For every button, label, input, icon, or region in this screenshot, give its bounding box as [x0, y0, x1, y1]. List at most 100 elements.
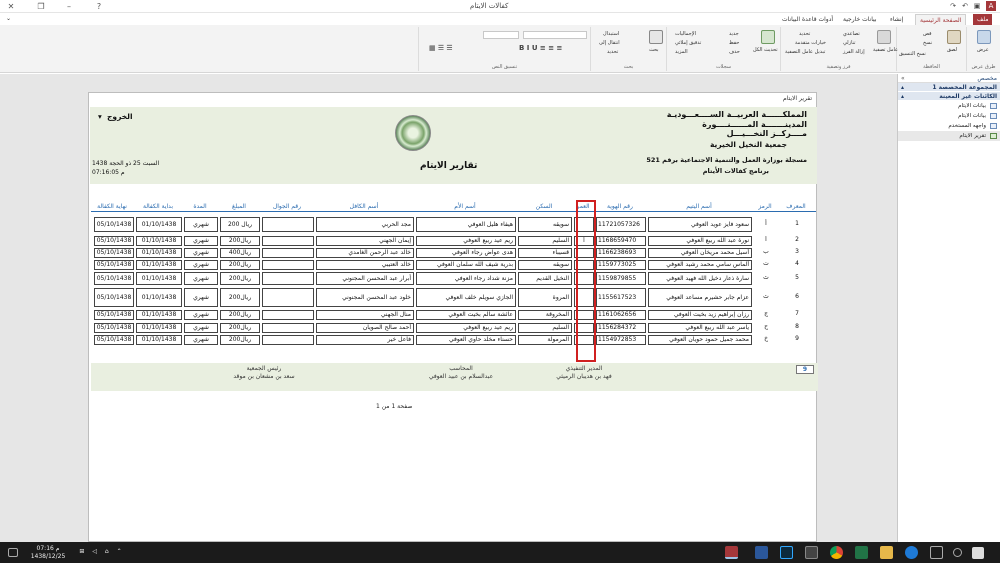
edge-browser-icon[interactable] [905, 546, 918, 559]
cell-city: قسيباء [518, 248, 572, 258]
cell-end: 05/10/1438 [94, 260, 134, 270]
remove-sort-button[interactable]: إزالة الفرز [843, 49, 865, 56]
cell-start: 01/10/1438 [136, 335, 182, 345]
tab-file[interactable]: ملف [973, 14, 993, 25]
goto-button[interactable]: انتقال إلى [599, 40, 620, 47]
font-size-combo[interactable] [483, 31, 519, 39]
cell-code: ث [763, 274, 769, 281]
access-taskbar-icon[interactable] [725, 546, 738, 559]
undo-icon[interactable]: ↶ [960, 1, 970, 11]
ribbon-group-sort-filter: عامل تصفية تصاعدي تنازلي إزالة الفرز تحد… [780, 27, 898, 71]
chrome-icon[interactable] [830, 546, 843, 559]
col-header-sponsor: أسم الكافل [349, 203, 379, 210]
select-button[interactable]: تحديد [607, 49, 618, 56]
photoshop-icon[interactable] [780, 546, 793, 559]
tab-external-data[interactable]: بيانات خارجية [839, 14, 881, 25]
save-record-button[interactable]: حفظ [729, 40, 739, 47]
nav-item-orphans-form-2[interactable]: بيانات الايتام [898, 111, 1000, 121]
copy-button[interactable]: نسخ [923, 40, 932, 47]
sort-descending-button[interactable]: تنازلي [843, 40, 856, 47]
alignment-buttons[interactable]: ▦ ☰ ☰ [429, 44, 499, 53]
report-tab-title[interactable]: تقرير الايتام [783, 95, 812, 102]
new-record-button[interactable]: جديد [729, 31, 739, 38]
cell-period: شهري [184, 310, 218, 320]
selection-button[interactable]: تحديد [799, 31, 810, 38]
spelling-button[interactable]: تدقيق إملائي [675, 40, 701, 47]
organization-logo [395, 115, 431, 151]
paste-icon[interactable] [947, 30, 961, 44]
font-name-combo[interactable] [523, 31, 587, 39]
notifications-icon[interactable] [8, 548, 18, 557]
chevron-up-icon: ▴ [901, 93, 905, 100]
cell-mother: حسناء مخلد حاوي العوفي [416, 335, 516, 345]
tab-create[interactable]: إنشاء [886, 14, 907, 25]
search-icon[interactable] [953, 548, 962, 557]
excel-icon[interactable] [855, 546, 868, 559]
tab-database-tools[interactable]: أدوات قاعدة البيانات [778, 14, 837, 25]
nav-collapse-icon[interactable]: « [901, 74, 905, 83]
task-view-icon[interactable] [930, 546, 943, 559]
bold-italic-underline-buttons[interactable]: B I U ≡ ≡ ≡ [519, 44, 587, 53]
minimize-button[interactable]: – [62, 1, 76, 12]
filter-icon[interactable] [877, 30, 891, 44]
toggle-filter-button[interactable]: تبديل عامل التصفية [785, 49, 825, 56]
navigation-pane: مخصص « المجموعة المخصصة 1 ▴ الكائنات غير… [897, 74, 1000, 542]
store-icon[interactable] [805, 546, 818, 559]
cell-end: 05/10/1438 [94, 310, 134, 320]
find-icon[interactable] [649, 30, 663, 44]
nav-item-orphans-form[interactable]: بيانات الايتام [898, 101, 1000, 111]
cut-button[interactable]: قص [923, 31, 932, 38]
help-icon[interactable]: ? [92, 1, 106, 12]
view-button[interactable]: عرض [977, 47, 989, 54]
col-header-code: الرمز [758, 203, 772, 210]
table-row: 9 خ محمد جميل حمود حويان العوفي 1154972853 ا… [91, 335, 818, 346]
cell-city: سويقه [518, 260, 572, 270]
form-icon [990, 113, 997, 119]
windows-start-icon[interactable] [972, 547, 984, 559]
more-button[interactable]: المزيد [675, 49, 688, 56]
nav-item-user-interface[interactable]: واجهه المستخدم [898, 121, 1000, 131]
word-icon[interactable] [755, 546, 768, 559]
refresh-all-icon[interactable] [761, 30, 775, 44]
nav-pane-header[interactable]: مخصص « [898, 74, 1000, 83]
replace-button[interactable]: استبدال [603, 31, 619, 38]
cell-phone [262, 323, 314, 333]
nav-group-custom[interactable]: المجموعة المخصصة 1 ▴ [898, 83, 1000, 92]
advanced-button[interactable]: خيارات متقدمة [795, 40, 826, 47]
report-content: ▾ الخروج المملكــــــة العربيــة الســــ… [90, 107, 818, 410]
clock[interactable]: 07:16 م 1438/12/25 [30, 545, 66, 561]
view-icon[interactable] [977, 30, 991, 44]
window-title: كفالات الايتام [470, 2, 509, 10]
ribbon-group-views: عرض طرق عرض [966, 27, 1000, 71]
maximize-button[interactable]: ❐ [34, 1, 48, 12]
cell-city: السليم [518, 236, 572, 246]
delete-record-button[interactable]: حذف [729, 49, 740, 56]
group-label-views: طرق عرض [971, 64, 996, 70]
paste-button[interactable]: لصق [947, 47, 957, 54]
cell-city: النخيل القديم [518, 272, 572, 285]
refresh-all-button[interactable]: تحديث الكل [753, 47, 778, 54]
exit-button[interactable]: ▾ الخروج [98, 112, 133, 121]
nav-item-orphans-report[interactable]: تقرير الايتام [898, 131, 1000, 141]
filter-button[interactable]: عامل تصفية [873, 47, 898, 54]
age-column-highlight [576, 200, 596, 362]
close-window-button[interactable]: ✕ [4, 1, 18, 12]
chevron-up-icon: ▴ [901, 84, 905, 91]
save-icon[interactable]: ▣ [972, 1, 982, 11]
tab-home[interactable]: الصفحة الرئيسية [915, 14, 967, 25]
totals-button[interactable]: الإجماليات [675, 31, 696, 38]
cell-code: أ [765, 220, 767, 227]
cell-city: المخروقة [518, 310, 572, 320]
cell-id: 6 [795, 293, 799, 300]
cell-period: شهري [184, 236, 218, 246]
find-button[interactable]: بحث [649, 47, 659, 54]
nav-group-unassigned[interactable]: الكائنات غير المعينة ▴ [898, 92, 1000, 101]
file-explorer-icon[interactable] [880, 546, 893, 559]
cell-id: 7 [795, 310, 799, 317]
system-tray-icons[interactable]: ⊞ ◁ ⌂ ⌃ [72, 548, 132, 556]
ribbon-collapse-icon[interactable]: ⌄ [2, 13, 15, 24]
redo-icon[interactable]: ↷ [948, 1, 958, 11]
cell-mother: هيفاء هليل العوفي [416, 217, 516, 232]
sort-ascending-button[interactable]: تصاعدي [843, 31, 860, 38]
format-painter-button[interactable]: نسخ التنسيق [899, 51, 926, 58]
